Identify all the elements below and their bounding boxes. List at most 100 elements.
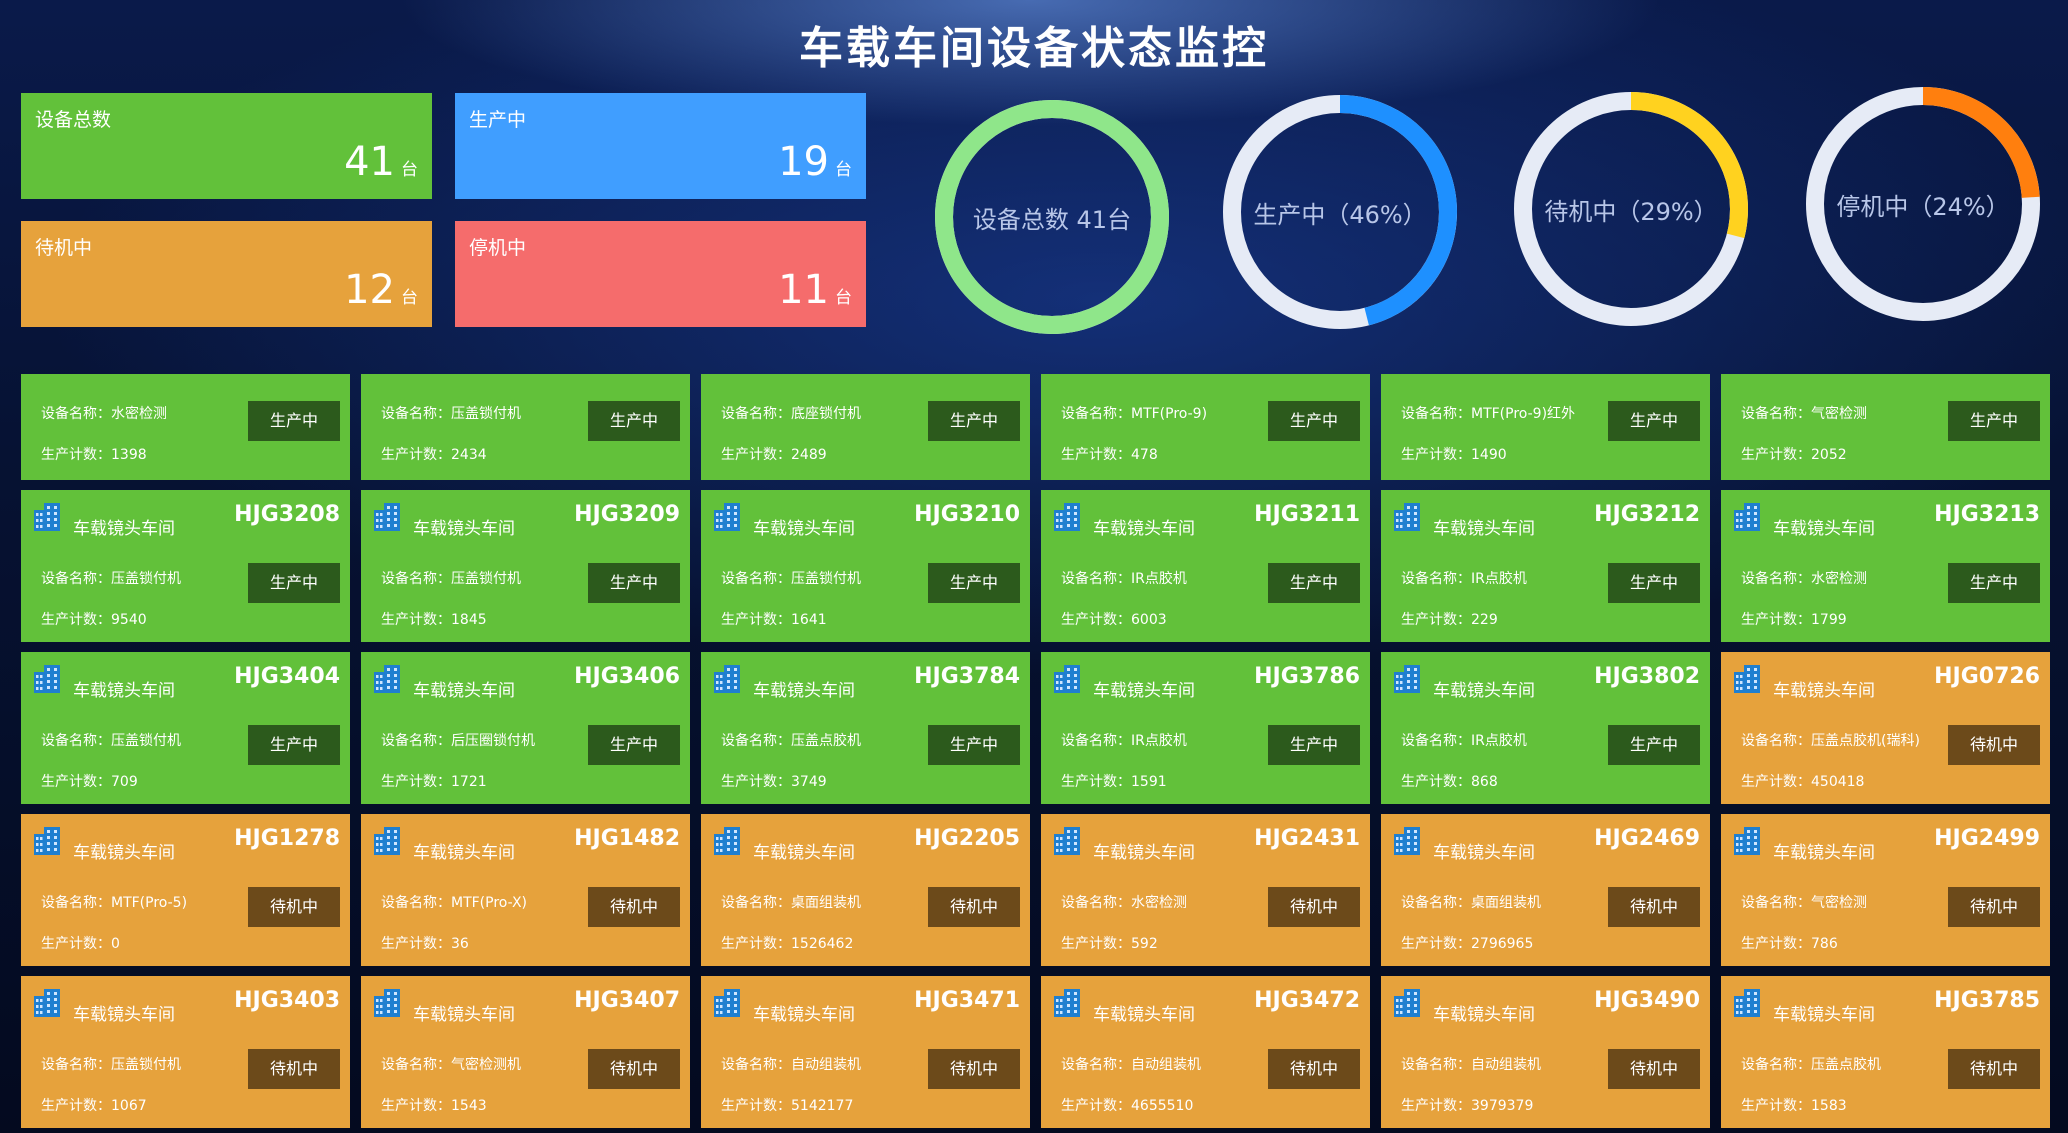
device-card[interactable]: 车载镜头车间 HJG2431 设备名称：水密检测 生产计数：592 待机中: [1041, 814, 1370, 966]
stat-card-standby: 待机中 12 台: [21, 221, 432, 327]
production-count-value: 3749: [791, 774, 827, 790]
device-name-label: 设备名称：: [1061, 571, 1131, 587]
device-name-label: 设备名称：: [1401, 406, 1471, 422]
status-button[interactable]: 生产中: [248, 401, 340, 441]
device-card[interactable]: 车载镜头车间 HJG3786 设备名称：IR点胶机 生产计数：1591 生产中: [1041, 652, 1370, 804]
device-name-label: 设备名称：: [381, 406, 451, 422]
status-button[interactable]: 待机中: [588, 1049, 680, 1089]
status-button[interactable]: 生产中: [588, 401, 680, 441]
device-code: HJG2499: [1934, 826, 2040, 851]
device-card[interactable]: 车载镜头车间 HJG1278 设备名称：MTF(Pro-5) 生产计数：0 待机…: [21, 814, 350, 966]
device-card[interactable]: 车载镜头车间 HJG3213 设备名称：水密检测 生产计数：1799 生产中: [1721, 490, 2050, 642]
device-name-label: 设备名称：: [721, 406, 791, 422]
status-button[interactable]: 生产中: [1948, 563, 2040, 603]
device-card[interactable]: 车载镜头车间 HJG3471 设备名称：自动组装机 生产计数：5142177 待…: [701, 976, 1030, 1128]
status-button[interactable]: 生产中: [1268, 725, 1360, 765]
device-card[interactable]: 车载镜头车间 HJG3407 设备名称：气密检测机 生产计数：1543 待机中: [361, 976, 690, 1128]
production-count: 生产计数：36: [381, 933, 469, 953]
stat-label: 生产中: [469, 109, 527, 131]
device-card[interactable]: 车载镜头车间 HJG3785 设备名称：压盖点胶机 生产计数：1583 待机中: [1721, 976, 2050, 1128]
device-card[interactable]: 设备名称：气密检测 生产计数：2052 生产中: [1721, 374, 2050, 480]
production-count: 生产计数：4655510: [1061, 1095, 1193, 1115]
status-button[interactable]: 生产中: [928, 563, 1020, 603]
production-count-value: 2434: [451, 447, 487, 463]
device-card[interactable]: 车载镜头车间 HJG3210 设备名称：压盖锁付机 生产计数：1641 生产中: [701, 490, 1030, 642]
device-card[interactable]: 设备名称：MTF(Pro-9) 生产计数：478 生产中: [1041, 374, 1370, 480]
production-count: 生产计数：1799: [1741, 609, 1847, 629]
status-button[interactable]: 生产中: [248, 563, 340, 603]
device-name-label: 设备名称：: [1741, 733, 1811, 749]
status-button[interactable]: 待机中: [1608, 887, 1700, 927]
status-button[interactable]: 待机中: [1608, 1049, 1700, 1089]
device-card[interactable]: 车载镜头车间 HJG0726 设备名称：压盖点胶机(瑞科) 生产计数：45041…: [1721, 652, 2050, 804]
production-count-label: 生产计数：: [41, 612, 111, 628]
device-card[interactable]: 设备名称：底座锁付机 生产计数：2489 生产中: [701, 374, 1030, 480]
device-card[interactable]: 车载镜头车间 HJG3490 设备名称：自动组装机 生产计数：3979379 待…: [1381, 976, 1710, 1128]
device-card[interactable]: 车载镜头车间 HJG3403 设备名称：压盖锁付机 生产计数：1067 待机中: [21, 976, 350, 1128]
device-name-label: 设备名称：: [1061, 1057, 1131, 1073]
status-button[interactable]: 待机中: [588, 887, 680, 927]
device-name-value: 桌面组装机: [1471, 895, 1541, 911]
production-count-label: 生产计数：: [381, 936, 451, 952]
device-name-value: 水密检测: [111, 406, 167, 422]
production-count-label: 生产计数：: [1741, 447, 1811, 463]
device-card[interactable]: 设备名称：水密检测 生产计数：1398 生产中: [21, 374, 350, 480]
status-button[interactable]: 待机中: [928, 887, 1020, 927]
device-name: 设备名称：自动组装机: [1401, 1054, 1541, 1074]
status-button[interactable]: 生产中: [588, 725, 680, 765]
status-button[interactable]: 生产中: [1268, 401, 1360, 441]
status-button[interactable]: 生产中: [1608, 563, 1700, 603]
device-card[interactable]: 设备名称：MTF(Pro-9)红外 生产计数：1490 生产中: [1381, 374, 1710, 480]
device-card[interactable]: 车载镜头车间 HJG3472 设备名称：自动组装机 生产计数：4655510 待…: [1041, 976, 1370, 1128]
status-button[interactable]: 生产中: [1268, 563, 1360, 603]
status-button[interactable]: 待机中: [928, 1049, 1020, 1089]
device-name-label: 设备名称：: [1061, 895, 1131, 911]
status-button[interactable]: 待机中: [1268, 887, 1360, 927]
device-card[interactable]: 车载镜头车间 HJG3404 设备名称：压盖锁付机 生产计数：709 生产中: [21, 652, 350, 804]
production-count: 生产计数：1583: [1741, 1095, 1847, 1115]
status-button[interactable]: 待机中: [1268, 1049, 1360, 1089]
device-name-value: 气密检测: [1811, 895, 1867, 911]
device-card[interactable]: 车载镜头车间 HJG3209 设备名称：压盖锁付机 生产计数：1845 生产中: [361, 490, 690, 642]
device-card[interactable]: 车载镜头车间 HJG3406 设备名称：后压圈锁付机 生产计数：1721 生产中: [361, 652, 690, 804]
device-card[interactable]: 车载镜头车间 HJG3211 设备名称：IR点胶机 生产计数：6003 生产中: [1041, 490, 1370, 642]
production-count: 生产计数：1591: [1061, 771, 1167, 791]
status-button[interactable]: 待机中: [1948, 725, 2040, 765]
device-name: 设备名称：自动组装机: [1061, 1054, 1201, 1074]
status-button[interactable]: 待机中: [1948, 887, 2040, 927]
production-count-label: 生产计数：: [41, 447, 111, 463]
status-button[interactable]: 生产中: [1608, 401, 1700, 441]
status-button[interactable]: 待机中: [248, 887, 340, 927]
workshop-name: 车载镜头车间: [1433, 519, 1535, 539]
production-count-label: 生产计数：: [1061, 612, 1131, 628]
building-icon: [1734, 665, 1760, 693]
device-card[interactable]: 车载镜头车间 HJG3212 设备名称：IR点胶机 生产计数：229 生产中: [1381, 490, 1710, 642]
building-icon: [714, 827, 740, 855]
production-count: 生产计数：709: [41, 771, 138, 791]
status-button[interactable]: 待机中: [248, 1049, 340, 1089]
status-button[interactable]: 待机中: [1948, 1049, 2040, 1089]
status-button[interactable]: 生产中: [1948, 401, 2040, 441]
production-count: 生产计数：1526462: [721, 933, 853, 953]
building-icon: [1734, 503, 1760, 531]
status-button[interactable]: 生产中: [928, 401, 1020, 441]
device-card[interactable]: 车载镜头车间 HJG2499 设备名称：气密检测 生产计数：786 待机中: [1721, 814, 2050, 966]
workshop-name: 车载镜头车间: [753, 843, 855, 863]
production-count: 生产计数：1845: [381, 609, 487, 629]
production-count-label: 生产计数：: [41, 774, 111, 790]
device-card[interactable]: 车载镜头车间 HJG2469 设备名称：桌面组装机 生产计数：2796965 待…: [1381, 814, 1710, 966]
device-name: 设备名称：压盖锁付机: [41, 568, 181, 588]
device-card[interactable]: 车载镜头车间 HJG3802 设备名称：IR点胶机 生产计数：868 生产中: [1381, 652, 1710, 804]
device-card[interactable]: 车载镜头车间 HJG1482 设备名称：MTF(Pro-X) 生产计数：36 待…: [361, 814, 690, 966]
status-button[interactable]: 生产中: [248, 725, 340, 765]
device-card[interactable]: 车载镜头车间 HJG2205 设备名称：桌面组装机 生产计数：1526462 待…: [701, 814, 1030, 966]
device-name-value: 压盖锁付机: [451, 571, 521, 587]
status-button[interactable]: 生产中: [928, 725, 1020, 765]
production-count-value: 1526462: [791, 936, 854, 952]
status-button[interactable]: 生产中: [588, 563, 680, 603]
workshop-name: 车载镜头车间: [1093, 1005, 1195, 1025]
device-card[interactable]: 设备名称：压盖锁付机 生产计数：2434 生产中: [361, 374, 690, 480]
device-card[interactable]: 车载镜头车间 HJG3208 设备名称：压盖锁付机 生产计数：9540 生产中: [21, 490, 350, 642]
status-button[interactable]: 生产中: [1608, 725, 1700, 765]
device-card[interactable]: 车载镜头车间 HJG3784 设备名称：压盖点胶机 生产计数：3749 生产中: [701, 652, 1030, 804]
